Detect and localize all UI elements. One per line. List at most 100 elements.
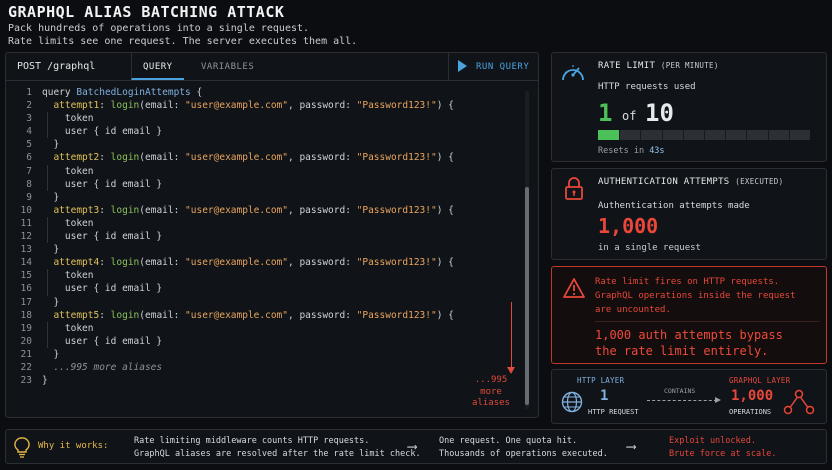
alert-line: GraphQL operations inside the request bbox=[595, 291, 796, 301]
explanation-bar: Why it works: Rate limiting middleware c… bbox=[5, 429, 827, 464]
code-line: 19 token bbox=[6, 322, 506, 335]
line-number: 23 bbox=[20, 375, 32, 387]
code-line: 18 attempt5: login(email: "user@example.… bbox=[6, 309, 506, 322]
line-number: 14 bbox=[20, 257, 32, 269]
contains-arrow bbox=[647, 400, 717, 401]
line-number: 6 bbox=[26, 152, 32, 164]
line-number: 8 bbox=[26, 178, 32, 190]
progress-segment-divider bbox=[619, 130, 621, 140]
explanation-line: Brute force at scale. bbox=[669, 449, 777, 459]
reset-prefix: Resets in bbox=[598, 146, 645, 156]
field-token: token bbox=[64, 217, 94, 229]
line-number: 3 bbox=[26, 113, 32, 125]
subtitle-line: Pack hundreds of operations into a singl… bbox=[8, 23, 310, 34]
alias-name: attempt3 bbox=[53, 204, 100, 216]
explanation-col-2: One request. One quota hit. Thousands of… bbox=[439, 435, 608, 461]
play-icon bbox=[458, 59, 467, 72]
line-number: 1 bbox=[26, 87, 32, 98]
editor-toolbar: POST /graphql QUERY VARIABLES RUN QUERY bbox=[6, 53, 538, 81]
alert-divider bbox=[595, 321, 820, 322]
explanation-line: GraphQL aliases are resolved after the r… bbox=[134, 449, 421, 459]
line-number: 22 bbox=[20, 361, 32, 373]
page-subtitle: Pack hundreds of operations into a singl… bbox=[8, 22, 357, 48]
progress-segment-divider bbox=[725, 130, 727, 140]
rate-label: HTTP requests used bbox=[598, 82, 696, 92]
note-line: more bbox=[480, 386, 502, 397]
more-arrow bbox=[511, 302, 512, 371]
contains-label: CONTAINS bbox=[664, 387, 696, 395]
right-arrow-icon: ⟶ bbox=[627, 439, 636, 455]
line-number: 12 bbox=[20, 231, 32, 243]
http-request-caption: HTTP REQUEST bbox=[588, 408, 639, 416]
field-token: token bbox=[64, 113, 94, 125]
globe-icon bbox=[561, 391, 583, 413]
scrollbar-thumb[interactable] bbox=[525, 187, 529, 405]
lightbulb-icon bbox=[14, 437, 30, 458]
page-title: GRAPHQL ALIAS BATCHING ATTACK bbox=[8, 3, 285, 21]
tab-variables[interactable]: VARIABLES bbox=[190, 53, 265, 80]
field-user: user { id email } bbox=[64, 283, 163, 295]
progress-segment-divider bbox=[788, 130, 790, 140]
indent-guide bbox=[47, 164, 48, 191]
line-number: 4 bbox=[26, 126, 32, 138]
more-arrow-head bbox=[507, 367, 515, 374]
code-line: 6 attempt2: login(email: "user@example.c… bbox=[6, 151, 506, 164]
line-number: 13 bbox=[20, 244, 32, 256]
string-arg: "Password123!" bbox=[356, 257, 437, 269]
indent-guide bbox=[47, 321, 48, 348]
code-line: 16 user { id email } bbox=[6, 282, 506, 295]
reset-timer: Resets in 43s bbox=[598, 146, 665, 156]
field-token: token bbox=[64, 165, 94, 177]
tab-query[interactable]: QUERY bbox=[131, 53, 184, 80]
field-user: user { id email } bbox=[64, 178, 163, 190]
endpoint-label: POST /graphql bbox=[17, 61, 96, 72]
contains-arrow-head bbox=[715, 397, 721, 403]
http-request-count: 1 bbox=[600, 388, 609, 404]
code-line: 13 } bbox=[6, 243, 506, 256]
code-line: 8 user { id email } bbox=[6, 178, 506, 191]
explanation-line: Rate limiting middleware counts HTTP req… bbox=[134, 436, 370, 446]
gauge-icon bbox=[562, 65, 584, 81]
operations-count: 1,000 bbox=[731, 388, 774, 404]
string-arg: "Password123!" bbox=[356, 100, 437, 112]
field-user: user { id email } bbox=[64, 126, 163, 138]
auth-attempts-value: 1,000 bbox=[598, 214, 659, 238]
explanation-line: One request. One quota hit. bbox=[439, 436, 578, 446]
line-number: 7 bbox=[26, 165, 32, 177]
explanation-line: Exploit unlocked. bbox=[669, 436, 756, 446]
code-area[interactable]: 1 query BatchedLoginAttempts {2 attempt1:… bbox=[6, 86, 506, 387]
line-number: 9 bbox=[26, 191, 32, 203]
note-line: aliases bbox=[472, 398, 510, 408]
more-aliases-note: ...995 more aliases bbox=[464, 375, 518, 410]
code-line: 23} bbox=[6, 374, 506, 387]
field-token: token bbox=[64, 270, 94, 282]
string-arg: "user@example.com" bbox=[185, 100, 288, 112]
progress-segment-divider bbox=[640, 130, 642, 140]
why-label: Why it works: bbox=[38, 441, 109, 451]
auth-attempts-card: AUTHENTICATION ATTEMPTS (EXECUTED) Authe… bbox=[551, 168, 827, 260]
line-number: 11 bbox=[20, 217, 32, 229]
field-user: user { id email } bbox=[64, 231, 163, 243]
code-line: 22 ...995 more aliases bbox=[6, 361, 506, 374]
code-line: 10 attempt3: login(email: "user@example.… bbox=[6, 204, 506, 217]
progress-segment-divider bbox=[746, 130, 748, 140]
code-line: 14 attempt4: login(email: "user@example.… bbox=[6, 256, 506, 269]
reset-value: 43s bbox=[649, 146, 665, 156]
progress-segment-divider bbox=[661, 130, 663, 140]
string-arg: "user@example.com" bbox=[185, 152, 288, 164]
indent-guide bbox=[47, 112, 48, 139]
indent-guide bbox=[47, 217, 48, 244]
string-arg: "user@example.com" bbox=[185, 309, 288, 321]
alert-emphasis-line: 1,000 auth attempts bypass bbox=[595, 328, 783, 342]
alias-name: attempt2 bbox=[53, 152, 100, 164]
http-layer-label: HTTP LAYER bbox=[577, 376, 625, 385]
code-line: 20 user { id email } bbox=[6, 335, 506, 348]
query-editor: POST /graphql QUERY VARIABLES RUN QUERY … bbox=[5, 52, 539, 418]
progress-segment-divider bbox=[682, 130, 684, 140]
lock-icon bbox=[565, 177, 583, 200]
run-query-button[interactable]: RUN QUERY bbox=[448, 53, 538, 80]
graphql-layer-label: GRAPHQL LAYER bbox=[729, 376, 791, 385]
auth-title: AUTHENTICATION ATTEMPTS (EXECUTED) bbox=[598, 177, 783, 187]
field-token: token bbox=[64, 322, 94, 334]
code-comment: ...995 more aliases bbox=[53, 361, 163, 373]
